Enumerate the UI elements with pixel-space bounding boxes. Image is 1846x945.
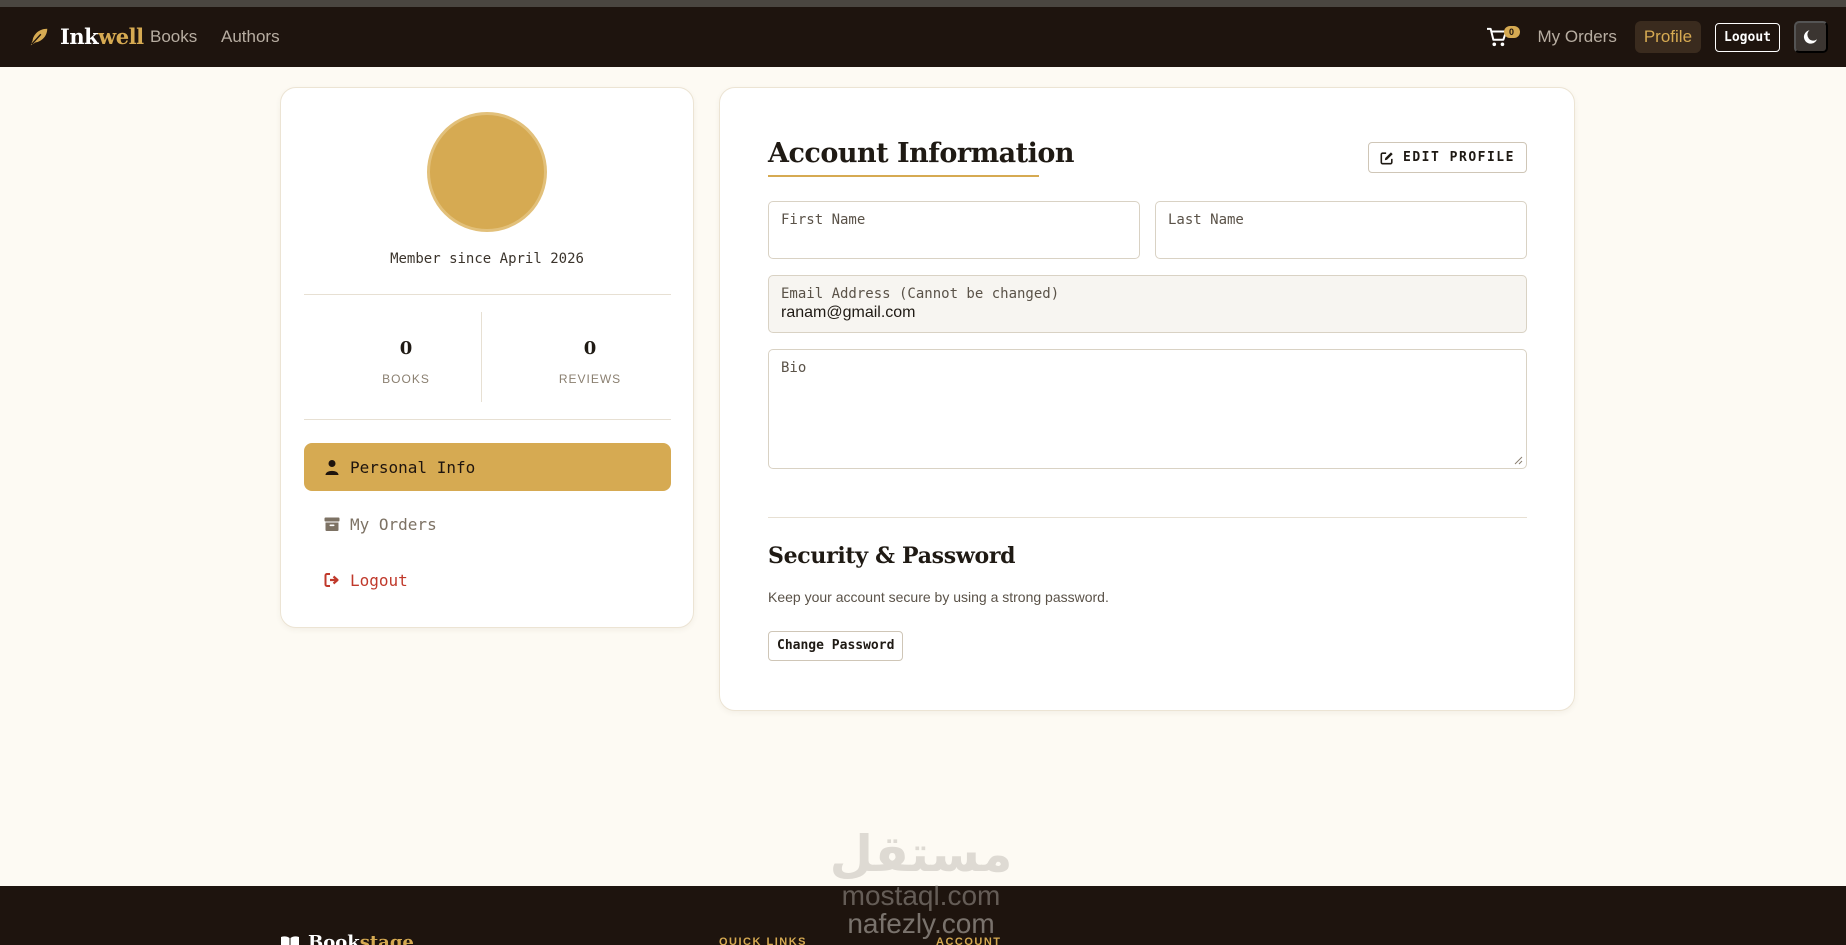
footer-brand: Bookstage (280, 932, 414, 945)
top-navbar: Inkwell Books Authors 0 My Orders Profil… (0, 7, 1846, 67)
email-label: Email Address (Cannot be changed) (781, 286, 1060, 302)
account-info-title: Account Information (768, 138, 1075, 169)
resize-grip-icon[interactable] (1514, 456, 1523, 465)
stat-books-value: 0 (399, 338, 413, 359)
stat-divider (481, 312, 482, 402)
footer-quick-links-heading: QUICK LINKS (719, 936, 807, 945)
section-divider (768, 517, 1527, 518)
user-icon (325, 460, 339, 475)
cart-button[interactable]: 0 (1486, 22, 1520, 52)
sidebar-item-personal-info[interactable]: Personal Info (304, 443, 671, 491)
change-password-button[interactable]: Change Password (768, 631, 904, 661)
footer-account-heading: ACCOUNT (936, 936, 1002, 945)
sidebar-divider-top (304, 294, 671, 295)
account-info-card: Account Information EDIT PROFILE First N… (719, 87, 1575, 711)
member-since-text: Member since April 2026 (390, 251, 584, 267)
nav-link-my-orders[interactable]: My Orders (1534, 27, 1621, 47)
book-icon (281, 935, 299, 945)
bio-label: Bio (781, 360, 807, 376)
security-description: Keep your account secure by using a stro… (768, 589, 1109, 605)
email-field[interactable]: Email Address (Cannot be changed) (768, 275, 1527, 333)
sign-out-icon (324, 573, 339, 587)
nav-right-group: 0 My Orders Profile Logout (1486, 21, 1828, 53)
sidebar-item-logout[interactable]: Logout (304, 556, 671, 604)
stat-reviews-value: 0 (583, 338, 597, 359)
nav-link-books[interactable]: Books (150, 27, 197, 47)
bio-field[interactable]: Bio (768, 349, 1527, 469)
profile-sidebar-card: Member since April 2026 0 BOOKS 0 REVIEW… (280, 87, 694, 628)
moon-icon (1803, 30, 1817, 44)
stat-books-label: BOOKS (382, 372, 430, 386)
bio-textarea[interactable] (781, 382, 1511, 462)
edit-icon (1380, 151, 1393, 164)
watermark-arabic: مستقل (829, 825, 1013, 883)
stat-reviews-label: REVIEWS (558, 372, 622, 386)
stat-books: 0 BOOKS (336, 338, 476, 386)
sidebar-item-label: Logout (350, 570, 408, 590)
title-underline (768, 175, 1039, 177)
sidebar-item-label: My Orders (350, 514, 437, 534)
nav-link-authors[interactable]: Authors (221, 27, 280, 47)
last-name-label: Last Name (1168, 212, 1244, 228)
nav-link-profile[interactable]: Profile (1634, 21, 1702, 53)
sidebar-divider-bottom (304, 419, 671, 420)
browser-top-strip (0, 0, 1846, 7)
archive-icon (324, 517, 340, 531)
sidebar-item-label: Personal Info (350, 457, 476, 477)
theme-toggle-button[interactable] (1794, 21, 1828, 53)
stat-reviews: 0 REVIEWS (520, 338, 660, 386)
security-title: Security & Password (768, 543, 1016, 569)
page-footer: Bookstage QUICK LINKS ACCOUNT (0, 886, 1846, 945)
brand-name: Inkwell (60, 24, 144, 49)
last-name-input[interactable] (1168, 232, 1514, 250)
edit-profile-label: EDIT PROFILE (1403, 150, 1515, 165)
sidebar-item-my-orders[interactable]: My Orders (304, 500, 671, 548)
first-name-input[interactable] (781, 232, 1127, 250)
email-input[interactable] (781, 304, 1511, 322)
last-name-field[interactable]: Last Name (1155, 201, 1527, 259)
feather-icon (30, 28, 48, 45)
cart-count-badge: 0 (1503, 26, 1520, 38)
first-name-field[interactable]: First Name (768, 201, 1140, 259)
brand-logo-link[interactable]: Inkwell (28, 24, 144, 49)
edit-profile-button[interactable]: EDIT PROFILE (1368, 142, 1527, 173)
nav-logout-button[interactable]: Logout (1715, 22, 1780, 52)
first-name-label: First Name (781, 212, 866, 228)
avatar (427, 112, 547, 232)
